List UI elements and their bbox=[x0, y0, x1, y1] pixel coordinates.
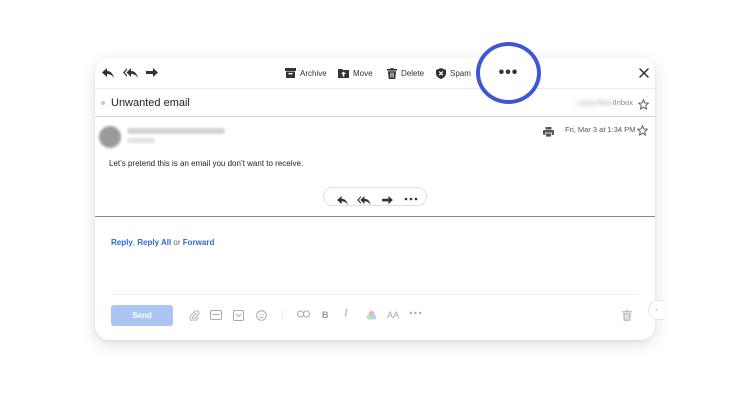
reply-all-link[interactable]: Reply All bbox=[137, 238, 171, 247]
attachment-icon[interactable] bbox=[189, 310, 200, 321]
forward-icon[interactable] bbox=[146, 67, 158, 79]
reply-all-icon[interactable] bbox=[123, 67, 138, 79]
sticker-icon[interactable] bbox=[233, 310, 244, 321]
email-card: Archive Move Delete Spam Unwanted email … bbox=[95, 58, 655, 340]
side-panel-toggle[interactable]: › bbox=[648, 300, 664, 320]
font-size-button[interactable]: AA bbox=[387, 310, 399, 320]
reply-link[interactable]: Reply bbox=[111, 238, 133, 247]
send-button[interactable]: Send bbox=[111, 305, 173, 326]
forward-link[interactable]: Forward bbox=[183, 238, 215, 247]
spam-button[interactable]: Spam bbox=[436, 67, 471, 79]
italic-button[interactable]: I bbox=[344, 307, 348, 319]
avatar bbox=[99, 126, 121, 148]
archive-button[interactable]: Archive bbox=[285, 67, 327, 79]
close-icon[interactable] bbox=[636, 65, 652, 81]
toolbar-separator bbox=[282, 310, 283, 321]
more-actions-highlight[interactable]: ••• bbox=[476, 42, 541, 104]
subject-row: Unwanted email Laura Rico/Inbox bbox=[95, 88, 655, 117]
star-icon[interactable] bbox=[637, 97, 650, 115]
shield-icon bbox=[436, 67, 446, 79]
message-divider bbox=[95, 216, 655, 217]
compose-divider bbox=[111, 294, 639, 295]
message-date: Fri, Mar 3 at 1:34 PM bbox=[565, 125, 636, 134]
archive-icon bbox=[285, 68, 296, 78]
message-toolbar: Archive Move Delete Spam bbox=[95, 58, 655, 88]
link-icon[interactable] bbox=[297, 310, 310, 318]
recipient-blurred bbox=[127, 138, 155, 143]
message-body: Let’s pretend this is an email you don’t… bbox=[109, 159, 304, 168]
folder-path[interactable]: Laura Rico/Inbox bbox=[576, 98, 633, 107]
print-icon[interactable] bbox=[543, 124, 554, 142]
move-button[interactable]: Move bbox=[338, 67, 373, 79]
reply-icon[interactable] bbox=[337, 192, 348, 210]
more-dots-icon: ••• bbox=[498, 64, 519, 81]
more-formatting-icon[interactable] bbox=[409, 310, 422, 316]
delete-label: Delete bbox=[401, 68, 425, 78]
color-palette-icon[interactable] bbox=[366, 310, 377, 321]
folder-name: /Inbox bbox=[612, 98, 633, 107]
gif-icon[interactable] bbox=[210, 310, 222, 320]
unread-dot-icon bbox=[101, 101, 105, 105]
email-subject: Unwanted email bbox=[111, 97, 190, 109]
more-dots-icon[interactable] bbox=[404, 191, 418, 209]
spam-label: Spam bbox=[450, 68, 471, 78]
reply-all-icon[interactable] bbox=[357, 192, 371, 210]
move-label: Move bbox=[353, 68, 373, 78]
archive-label: Archive bbox=[300, 68, 327, 78]
message-actions-pill bbox=[323, 187, 427, 206]
trash-icon bbox=[387, 67, 397, 79]
move-icon bbox=[338, 69, 349, 78]
sender-name-blurred bbox=[127, 128, 225, 134]
star-icon[interactable] bbox=[636, 123, 649, 141]
side-panel-toggle-icon: › bbox=[655, 305, 658, 314]
reply-options: Reply, Reply All or Forward bbox=[111, 238, 214, 247]
reply-icon[interactable] bbox=[102, 67, 114, 79]
discard-trash-icon[interactable] bbox=[622, 310, 632, 321]
emoji-icon[interactable] bbox=[256, 310, 267, 321]
or-text: or bbox=[173, 238, 181, 247]
delete-button[interactable]: Delete bbox=[387, 67, 424, 79]
forward-icon[interactable] bbox=[382, 192, 393, 210]
folder-owner: Laura Rico bbox=[576, 98, 613, 107]
bold-button[interactable]: B bbox=[322, 310, 329, 320]
